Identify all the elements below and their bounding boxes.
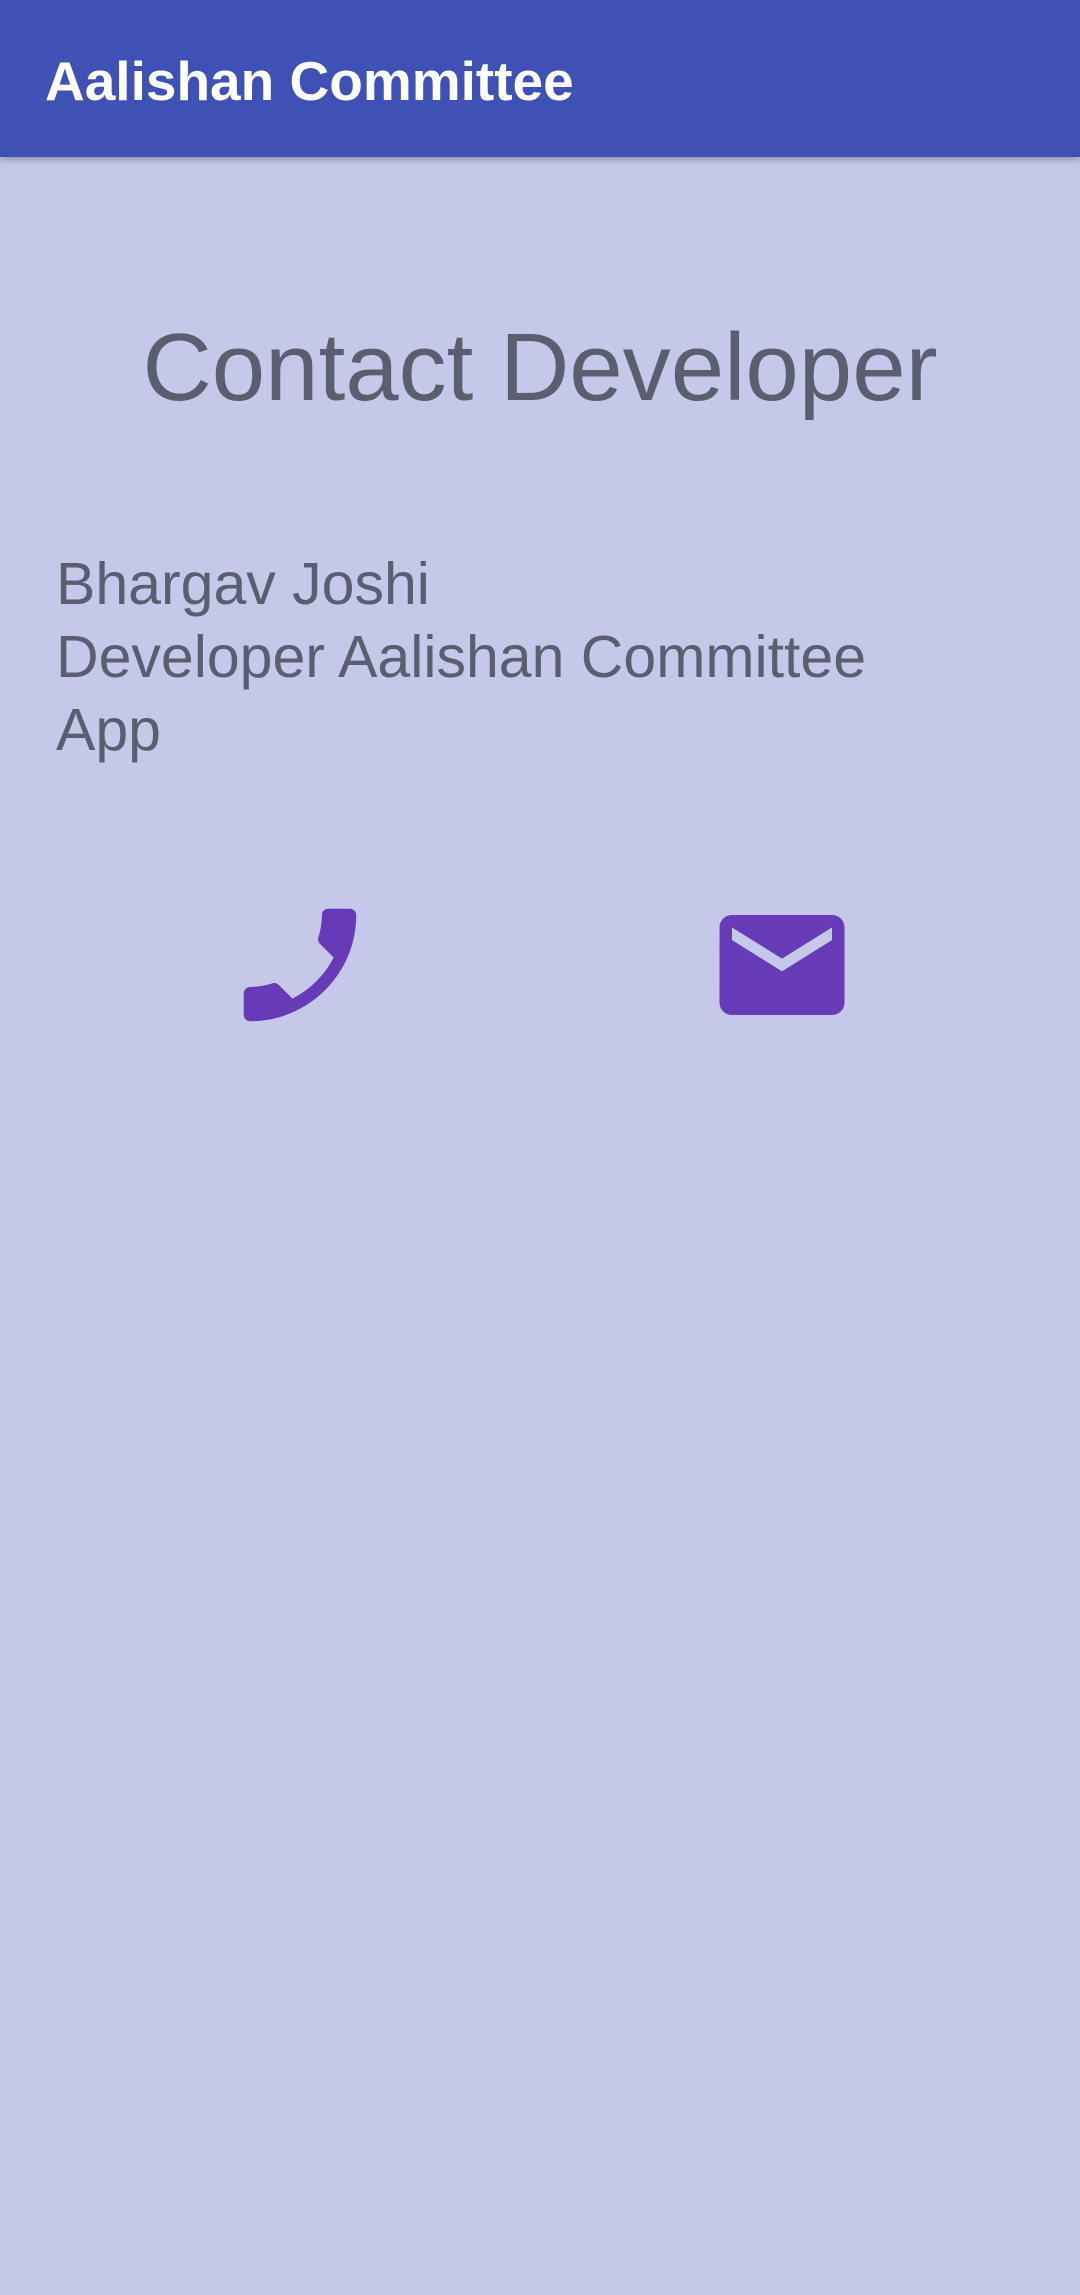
- developer-info: Bhargav Joshi Developer Aalishan Committ…: [56, 548, 1016, 767]
- developer-role-continued: App: [56, 697, 161, 763]
- phone-icon: [243, 908, 357, 1022]
- app-bar: Aalishan Committee: [0, 0, 1080, 157]
- call-button[interactable]: [210, 880, 390, 1050]
- page-heading: Contact Developer: [142, 314, 938, 421]
- developer-role: Developer Aalishan Committee: [56, 624, 867, 690]
- app-title: Aalishan Committee: [45, 50, 574, 112]
- email-button[interactable]: [692, 880, 872, 1050]
- mail-icon: [719, 915, 845, 1015]
- developer-name: Bhargav Joshi: [56, 551, 430, 617]
